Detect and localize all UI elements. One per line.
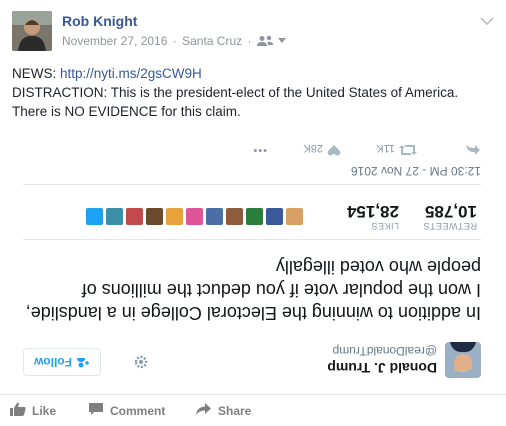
liker-avatar [146,208,163,225]
retweet-icon [399,141,417,156]
liker-avatar [186,208,203,225]
tweet-rotated-content: Donald J. Trump @realDonaldTrump Follow … [9,134,495,390]
tweet-author-handle: @realDonaldTrump [332,344,437,358]
gear-icon [133,354,149,370]
tweet-actions: 11K 28K ••• [23,138,481,156]
post-line-distraction: DISTRACTION: This is the president-elect… [12,85,459,100]
heart-icon [327,141,341,156]
news-prefix: NEWS: [12,66,61,81]
post-text: NEWS: http://nyti.ms/2gsCW9H DISTRACTION… [12,64,492,121]
audience-chevron-down-icon[interactable] [278,33,287,47]
liker-avatars [86,208,303,225]
news-link[interactable]: http://nyti.ms/2gsCW9H [60,66,202,81]
liker-avatar [106,208,123,225]
tweet-avatar [445,342,481,378]
liker-avatar [286,208,303,225]
follow-label: Follow [34,355,72,369]
author-name[interactable]: Rob Knight [62,13,137,29]
audience-friends-icon[interactable] [256,35,275,50]
retweets-count: 10,785 [425,202,477,221]
post-line-news: NEWS: http://nyti.ms/2gsCW9H [12,64,492,83]
follow-add-user-icon [76,355,90,369]
liker-avatar [266,208,283,225]
author-avatar[interactable] [12,11,52,51]
post-date[interactable]: November 27, 2016 [62,34,167,48]
share-button[interactable]: Share [196,402,251,419]
like-count: 28K [303,142,323,155]
actions-divider [0,394,506,395]
like-action: 28K [303,141,341,156]
retweets-stat: RETWEETS 10,785 [423,201,477,231]
tweet-stats: RETWEETS 10,785 LIKES 28,154 [23,184,481,240]
reply-icon [465,144,481,156]
post-options-chevron-down-icon[interactable] [480,13,494,26]
liker-avatar [86,208,103,225]
retweet-count: 11K [376,142,395,155]
comment-label: Comment [110,403,166,418]
likes-stat: LIKES 28,154 [347,201,399,231]
follow-button: Follow [23,348,101,376]
share-label: Share [218,403,252,418]
comment-button[interactable]: Comment [88,402,165,419]
comment-icon [88,402,104,419]
tweet-author-name: Donald J. Trump [327,360,437,376]
meta-separator: · [247,34,252,48]
post-line-evidence: There is NO EVIDENCE for this claim. [12,104,241,119]
likes-label: LIKES [370,221,399,231]
embedded-tweet-image[interactable]: Donald J. Trump @realDonaldTrump Follow … [9,134,495,390]
retweets-label: RETWEETS [422,221,477,231]
post-header: Rob Knight November 27, 2016 · Santa Cru… [12,11,494,51]
liker-avatar [246,208,263,225]
meta-separator: · [172,34,177,48]
share-icon [196,402,212,419]
liker-avatar [166,208,183,225]
liker-avatar [226,208,243,225]
tweet-date: 12:30 PM - 27 Nov 2016 [350,164,481,178]
like-label: Like [32,403,57,418]
likes-count: 28,154 [347,202,399,221]
post-meta: November 27, 2016 · Santa Cruz · [62,33,287,50]
post-location[interactable]: Santa Cruz [182,34,242,48]
liker-avatar [206,208,223,225]
retweet-action: 11K [376,141,417,156]
like-button[interactable]: Like [10,402,56,419]
liker-avatar [126,208,143,225]
thumbs-up-icon [10,402,26,419]
tweet-text: In addition to winning the Electoral Col… [25,257,481,323]
more-options: ••• [252,144,267,156]
